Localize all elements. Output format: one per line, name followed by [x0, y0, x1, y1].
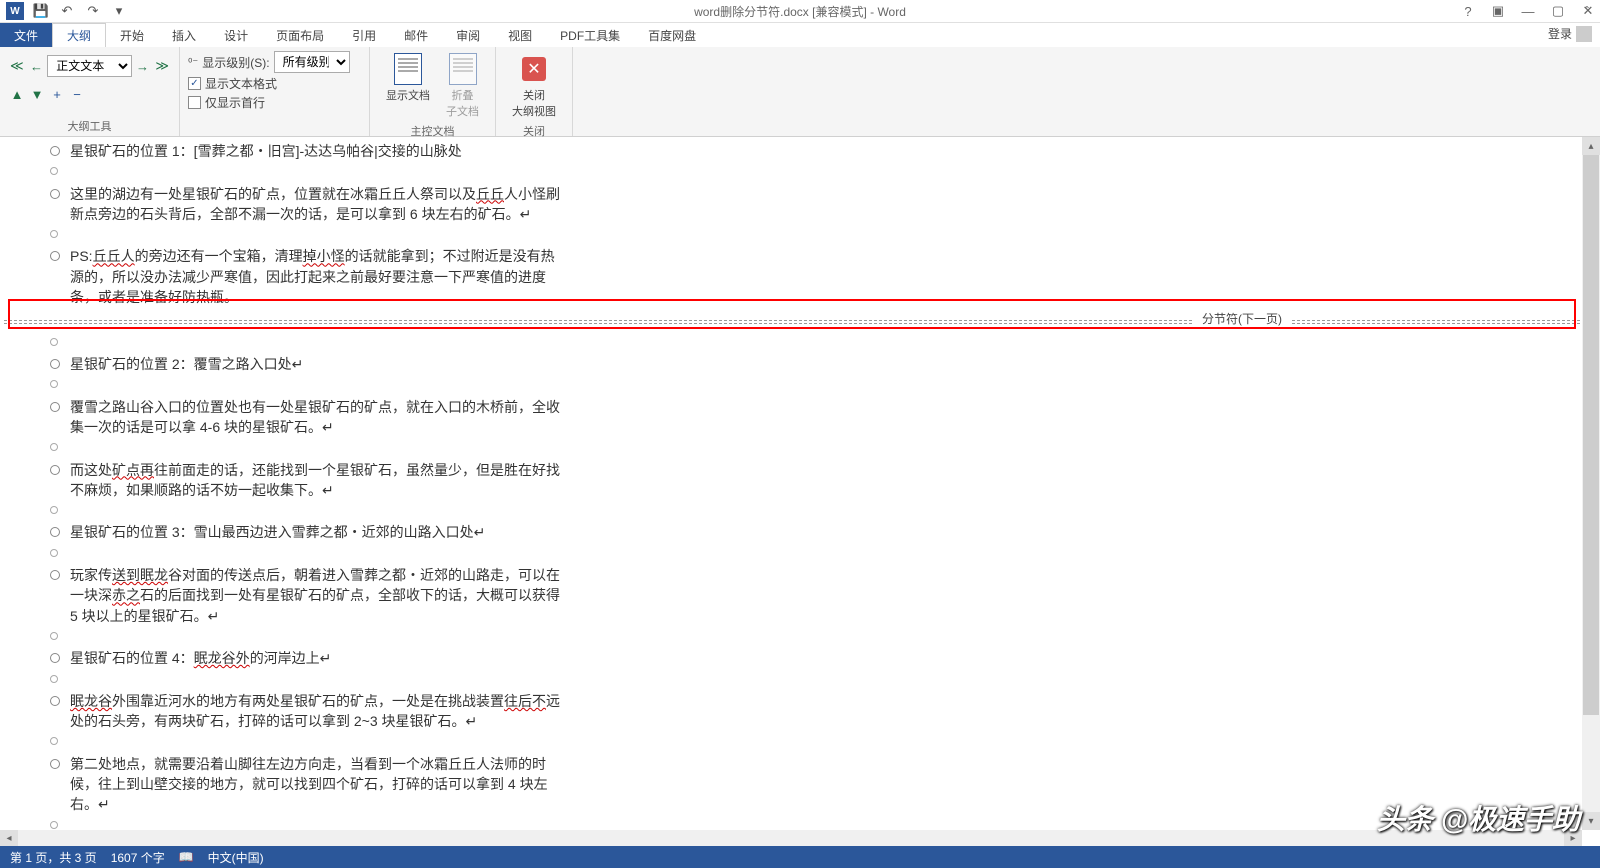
collapse-subdocs-button[interactable]: 折叠 子文档	[438, 51, 487, 121]
status-bar: 第 1 页，共 3 页 1607 个字 📖 中文(中国)	[0, 846, 1600, 868]
outline-item[interactable]: 玩家传送到眠龙谷对面的传送点后，朝着进入雪葬之都・近郊的山路走，可以在一块深赤之…	[42, 565, 562, 626]
outline-empty-line[interactable]	[42, 333, 562, 353]
first-line-only-label: 仅显示首行	[205, 94, 265, 111]
document-area: 星银矿石的位置 1：[雪葬之都・旧宫]-达达乌帕谷|交接的山脉处 这里的湖边有一…	[0, 137, 1600, 846]
outline-item[interactable]: 眠龙谷外围靠近河水的地方有两处星银矿石的矿点，一处是在挑战装置往后不远处的石头旁…	[42, 691, 562, 732]
tab-mailings[interactable]: 邮件	[390, 23, 442, 47]
maximize-icon[interactable]: ▢	[1550, 3, 1566, 19]
collapse-ribbon-icon[interactable]: ˆ	[1578, 0, 1596, 90]
tab-insert[interactable]: 插入	[158, 23, 210, 47]
show-formatting-label: 显示文本格式	[205, 75, 277, 92]
tab-file[interactable]: 文件	[0, 23, 52, 47]
outline-empty-line[interactable]	[42, 225, 562, 245]
tab-pdf[interactable]: PDF工具集	[546, 23, 634, 47]
outline-empty-line[interactable]	[42, 627, 562, 647]
move-up-icon[interactable]: ▲	[8, 85, 26, 103]
promote-to-heading1-icon[interactable]: ≪	[8, 57, 26, 75]
minimize-icon[interactable]: —	[1520, 3, 1536, 19]
vertical-scrollbar[interactable]: ▴ ▾	[1582, 137, 1600, 830]
ribbon-tabs: 文件 大纲 开始 插入 设计 页面布局 引用 邮件 审阅 视图 PDF工具集 百…	[0, 23, 1600, 47]
qat-customize-icon[interactable]: ▾	[110, 2, 128, 20]
tab-references[interactable]: 引用	[338, 23, 390, 47]
outline-empty-line[interactable]	[42, 732, 562, 752]
outline-empty-line[interactable]	[42, 670, 562, 690]
vscroll-thumb[interactable]	[1583, 155, 1599, 715]
show-level-select[interactable]: 所有级别	[274, 51, 350, 73]
tab-review[interactable]: 审阅	[442, 23, 494, 47]
document-icon	[394, 53, 422, 85]
tab-home[interactable]: 开始	[106, 23, 158, 47]
scroll-left-icon[interactable]: ◂	[0, 830, 18, 846]
ribbon-display-icon[interactable]: ▣	[1490, 3, 1506, 19]
help-icon[interactable]: ?	[1460, 3, 1476, 19]
show-document-button[interactable]: 显示文档	[378, 51, 438, 121]
outline-empty-line[interactable]	[42, 438, 562, 458]
outline-empty-line[interactable]	[42, 162, 562, 182]
expand-icon[interactable]: +	[48, 85, 66, 103]
promote-icon[interactable]: ←	[28, 57, 46, 75]
outline-level-select[interactable]: 正文文本	[47, 55, 131, 77]
outline-item[interactable]: 第二处地点，就需要沿着山脚往左边方向走，当看到一个冰霜丘丘人法师的时候，往上到山…	[42, 754, 562, 815]
outline-item[interactable]: 而这处矿点再往前面走的话，还能找到一个星银矿石，虽然量少，但是胜在好找不麻烦，如…	[42, 460, 562, 501]
outline-empty-line[interactable]	[42, 501, 562, 521]
tab-layout[interactable]: 页面布局	[262, 23, 338, 47]
window-title: word删除分节符.docx [兼容模式] - Word	[694, 3, 906, 20]
outline-item[interactable]: 星银矿石的位置 2：覆雪之路入口处↵	[42, 354, 562, 374]
outline-item[interactable]: 星银矿石的位置 1：[雪葬之都・旧宫]-达达乌帕谷|交接的山脉处	[42, 141, 562, 161]
outline-item[interactable]: 覆雪之路山谷入口的位置处也有一处星银矿石的矿点，就在入口的木桥前，全收集一次的话…	[42, 397, 562, 438]
outline-item[interactable]: 星银矿石的位置 3：雪山最西边进入雪葬之都・近郊的山路入口处↵	[42, 522, 562, 542]
group-outline-tools-label: 大纲工具	[8, 116, 171, 136]
outline-item[interactable]: 这里的湖边有一处星银矿石的矿点，位置就在冰霜丘丘人祭司以及丘丘人小怪刷新点旁边的…	[42, 184, 562, 225]
show-level-label: 显示级别(S):	[202, 54, 269, 71]
collapse-icon[interactable]: −	[68, 85, 86, 103]
close-icon: ✕	[522, 57, 546, 81]
tab-view[interactable]: 视图	[494, 23, 546, 47]
tab-design[interactable]: 设计	[210, 23, 262, 47]
scroll-right-icon[interactable]: ▸	[1564, 830, 1582, 846]
outline-item[interactable]: 星银矿石的位置 4：眠龙谷外的河岸边上↵	[42, 648, 562, 668]
title-bar: W 💾 ↶ ↷ ▾ word删除分节符.docx [兼容模式] - Word ?…	[0, 0, 1600, 23]
show-formatting-checkbox[interactable]: ✓	[188, 77, 201, 90]
first-line-only-checkbox[interactable]	[188, 96, 201, 109]
demote-icon[interactable]: →	[134, 57, 152, 75]
undo-icon[interactable]: ↶	[58, 2, 76, 20]
status-words[interactable]: 1607 个字	[111, 849, 165, 866]
status-proofing-icon[interactable]: 📖	[179, 850, 194, 864]
ribbon: ≪ ← 正文文本 → ≫ ▲ ▼ + − 大纲工具 ⁰⁻ 显示级别(S): 所有…	[0, 47, 1600, 137]
status-page[interactable]: 第 1 页，共 3 页	[10, 849, 97, 866]
scroll-up-icon[interactable]: ▴	[1582, 137, 1600, 155]
outline-empty-line[interactable]	[42, 816, 562, 830]
scroll-down-icon[interactable]: ▾	[1582, 812, 1600, 830]
word-logo-icon: W	[6, 2, 24, 20]
outline-empty-line[interactable]	[42, 375, 562, 395]
horizontal-scrollbar[interactable]: ◂ ▸	[0, 830, 1582, 846]
document-scroll[interactable]: 星银矿石的位置 1：[雪葬之都・旧宫]-达达乌帕谷|交接的山脉处 这里的湖边有一…	[4, 137, 1580, 830]
status-language[interactable]: 中文(中国)	[208, 849, 264, 866]
subdoc-icon	[449, 53, 477, 85]
redo-icon[interactable]: ↷	[84, 2, 102, 20]
demote-to-body-icon[interactable]: ≫	[153, 57, 171, 75]
close-outline-button[interactable]: ✕ 关闭 大纲视图	[504, 51, 564, 121]
outline-empty-line[interactable]	[42, 544, 562, 564]
login-label: 登录	[1548, 25, 1572, 42]
tab-baidu[interactable]: 百度网盘	[634, 23, 710, 47]
save-icon[interactable]: 💾	[32, 2, 50, 20]
tab-outline[interactable]: 大纲	[52, 23, 106, 47]
section-break-highlight	[8, 299, 1576, 329]
move-down-icon[interactable]: ▼	[28, 85, 46, 103]
